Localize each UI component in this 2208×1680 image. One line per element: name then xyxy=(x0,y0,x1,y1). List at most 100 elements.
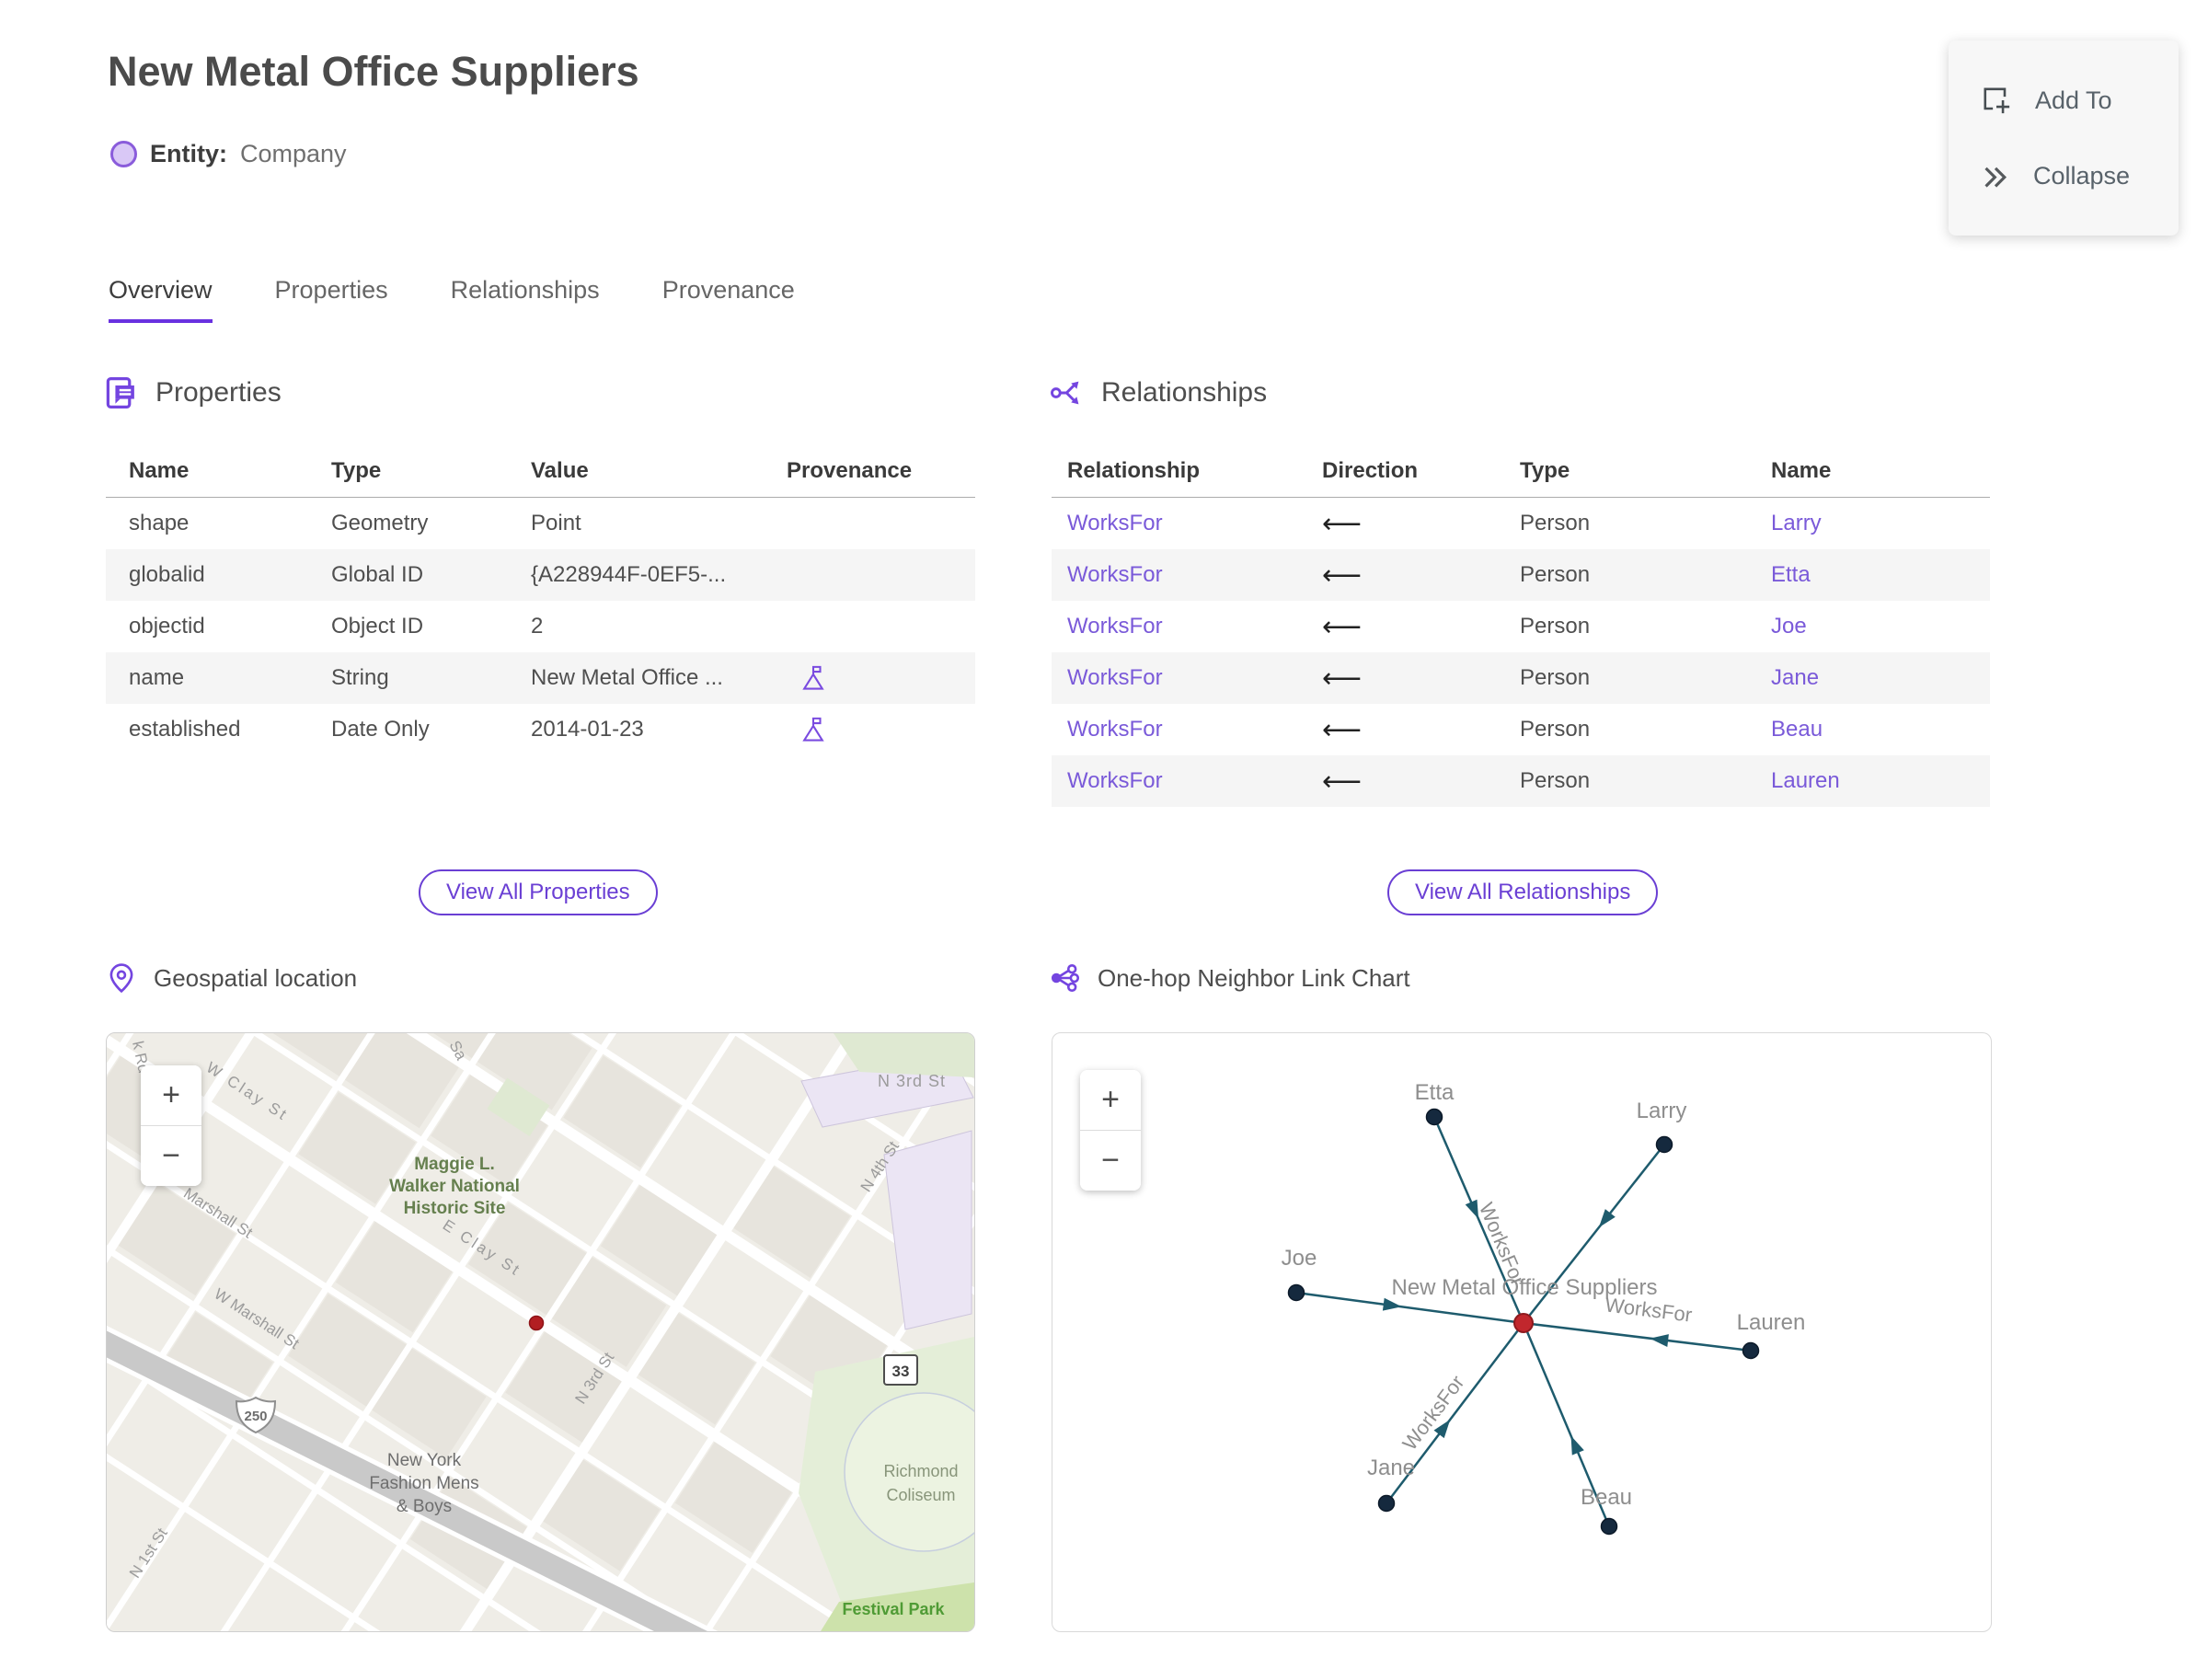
column-header: Value xyxy=(531,458,589,483)
relationships-section-title: Relationships xyxy=(1101,377,1268,408)
related-entity-link[interactable]: Beau xyxy=(1771,717,1990,742)
direction-arrow: ⟵ xyxy=(1322,713,1363,746)
chart-zoom-out-button[interactable]: − xyxy=(1080,1130,1141,1191)
node-beau[interactable] xyxy=(1600,1517,1618,1536)
properties-table: Name Type Value Provenance shape Geometr… xyxy=(106,445,975,755)
direction-arrow: ⟵ xyxy=(1322,507,1363,540)
related-entity-link[interactable]: Jane xyxy=(1771,665,1990,691)
node-etta[interactable] xyxy=(1425,1108,1443,1126)
node-label: Beau xyxy=(1581,1485,1632,1510)
property-name: objectid xyxy=(129,614,205,639)
entity-type-icon xyxy=(110,141,137,167)
property-type: Date Only xyxy=(331,717,430,742)
svg-text:250: 250 xyxy=(244,1409,267,1424)
relationship-type: Person xyxy=(1520,614,1591,639)
view-all-properties-button[interactable]: View All Properties xyxy=(419,869,658,915)
svg-text:Fashion Mens: Fashion Mens xyxy=(369,1474,478,1493)
relationship-type: Person xyxy=(1520,511,1591,535)
property-name: established xyxy=(129,717,241,742)
tab-provenance[interactable]: Provenance xyxy=(662,276,795,323)
svg-text:Walker National: Walker National xyxy=(389,1177,520,1196)
column-header: Relationship xyxy=(1067,458,1201,483)
table-row: WorksFor ⟵ Person Joe xyxy=(1052,601,1990,652)
svg-text:Richmond: Richmond xyxy=(883,1462,958,1480)
provenance-flag-icon[interactable] xyxy=(799,716,827,743)
one-hop-link-chart[interactable]: WorksFor WorksFor WorksFor Etta Larry Jo… xyxy=(1052,1032,1992,1632)
tab-relationships[interactable]: Relationships xyxy=(451,276,600,323)
relationship-type: Person xyxy=(1520,562,1591,587)
column-header: Type xyxy=(331,458,382,483)
table-row: established Date Only 2014-01-23 xyxy=(106,704,975,755)
map-zoom-control: + − xyxy=(141,1065,201,1186)
add-to-button[interactable]: Add To xyxy=(1949,84,2179,117)
column-header: Direction xyxy=(1322,458,1419,483)
column-header: Type xyxy=(1520,458,1570,483)
chart-zoom-control: + − xyxy=(1080,1070,1141,1191)
column-header: Name xyxy=(129,458,190,483)
relationship-link[interactable]: WorksFor xyxy=(1052,717,1322,742)
geospatial-map[interactable]: 250 33 W Clay St E Clay St Marshall St W… xyxy=(106,1032,975,1632)
entity-value: Company xyxy=(240,140,347,167)
map-location-marker[interactable] xyxy=(528,1315,545,1331)
relationship-link[interactable]: WorksFor xyxy=(1052,614,1322,639)
node-center-entity[interactable] xyxy=(1513,1313,1534,1333)
map-zoom-in-button[interactable]: + xyxy=(141,1065,201,1125)
tab-bar: Overview Properties Relationships Proven… xyxy=(109,276,795,323)
collapse-label: Collapse xyxy=(2033,162,2131,190)
relationship-type: Person xyxy=(1520,665,1591,690)
relationship-link[interactable]: WorksFor xyxy=(1052,511,1322,536)
property-name: shape xyxy=(129,511,190,535)
direction-arrow: ⟵ xyxy=(1322,662,1363,695)
link-chart-icon xyxy=(1051,963,1080,993)
table-row: WorksFor ⟵ Person Etta xyxy=(1052,549,1990,601)
node-label: Etta xyxy=(1415,1080,1455,1105)
chart-zoom-in-button[interactable]: + xyxy=(1080,1070,1141,1130)
node-jane[interactable] xyxy=(1377,1494,1396,1513)
collapse-button[interactable]: Collapse xyxy=(1949,161,2179,192)
column-header: Name xyxy=(1771,458,1832,483)
entity-label: Entity: xyxy=(150,140,227,167)
node-label: Larry xyxy=(1637,1099,1687,1123)
route-33-shield: 33 xyxy=(883,1354,918,1386)
tab-overview[interactable]: Overview xyxy=(109,276,213,323)
tab-properties[interactable]: Properties xyxy=(275,276,388,323)
table-row: globalid Global ID {A228944F-0EF5-... xyxy=(106,549,975,601)
add-to-label: Add To xyxy=(2035,86,2112,114)
collapse-icon xyxy=(1984,167,2007,188)
relationship-type: Person xyxy=(1520,768,1591,793)
svg-text:Coliseum: Coliseum xyxy=(886,1486,955,1504)
node-larry[interactable] xyxy=(1655,1135,1673,1154)
properties-table-header: Name Type Value Provenance xyxy=(106,445,975,498)
table-row: shape Geometry Point xyxy=(106,498,975,549)
related-entity-link[interactable]: Etta xyxy=(1771,562,1990,588)
svg-text:& Boys: & Boys xyxy=(397,1497,452,1516)
geospatial-section-title: Geospatial location xyxy=(154,963,358,992)
table-row: objectid Object ID 2 xyxy=(106,601,975,652)
property-value: 2014-01-23 xyxy=(531,717,644,742)
relationships-table: Relationship Direction Type Name WorksFo… xyxy=(1052,445,1990,807)
svg-text:33: 33 xyxy=(892,1363,910,1380)
map-canvas[interactable]: 250 33 W Clay St E Clay St Marshall St W… xyxy=(107,1033,974,1631)
related-entity-link[interactable]: Joe xyxy=(1771,614,1990,639)
property-value: 2 xyxy=(531,614,544,639)
property-value: Point xyxy=(531,511,581,535)
property-value: New Metal Office ... xyxy=(531,665,723,690)
table-row: WorksFor ⟵ Person Jane xyxy=(1052,652,1990,704)
map-zoom-out-button[interactable]: − xyxy=(141,1125,201,1186)
view-all-relationships-button[interactable]: View All Relationships xyxy=(1387,869,1659,915)
property-type: Global ID xyxy=(331,562,424,587)
node-lauren[interactable] xyxy=(1742,1341,1760,1360)
relationship-link[interactable]: WorksFor xyxy=(1052,665,1322,691)
column-header: Provenance xyxy=(787,458,913,483)
provenance-flag-icon[interactable] xyxy=(799,664,827,692)
relationship-link[interactable]: WorksFor xyxy=(1052,562,1322,588)
link-chart-canvas[interactable]: WorksFor WorksFor WorksFor Etta Larry Jo… xyxy=(1052,1033,1991,1631)
node-joe[interactable] xyxy=(1287,1283,1305,1302)
related-entity-link[interactable]: Larry xyxy=(1771,511,1990,536)
relationships-section-header: Relationships xyxy=(1050,375,1267,410)
property-type: Object ID xyxy=(331,614,424,639)
relationship-link[interactable]: WorksFor xyxy=(1052,768,1322,794)
edge-lauren xyxy=(1523,1321,1752,1352)
node-label: Lauren xyxy=(1737,1310,1806,1335)
related-entity-link[interactable]: Lauren xyxy=(1771,768,1990,794)
